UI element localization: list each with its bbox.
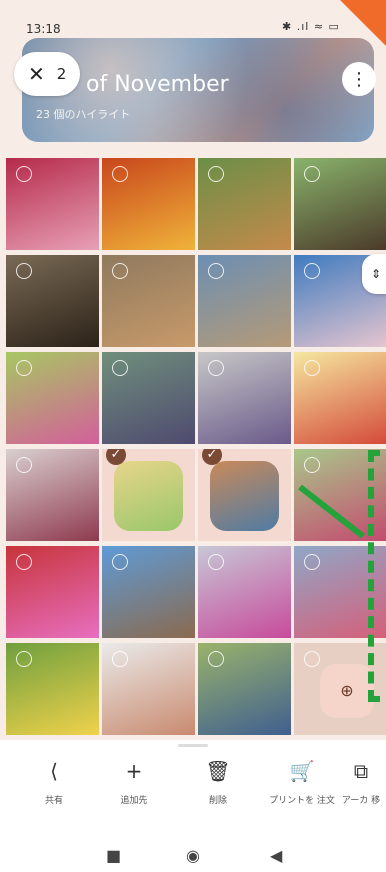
- photo-tile[interactable]: [102, 352, 195, 444]
- select-circle-icon[interactable]: [304, 554, 320, 570]
- zoom-button[interactable]: ⊕: [320, 664, 374, 718]
- select-circle-icon[interactable]: [112, 651, 128, 667]
- photo-tile-selected[interactable]: ✓: [198, 449, 291, 541]
- delete-button[interactable]: 🗑 削除: [178, 756, 258, 808]
- bottom-action-bar: ⟨ 共有 + 追加先 🗑 削除 🛒 プリントを 注文 ⧉ アーカ 移 ■ ◉ ◀: [0, 740, 386, 872]
- photo-tile[interactable]: [198, 158, 291, 250]
- select-circle-icon[interactable]: [208, 554, 224, 570]
- photo-tile[interactable]: [294, 352, 386, 444]
- photo-tile[interactable]: [6, 643, 99, 735]
- close-icon[interactable]: ✕: [28, 62, 45, 86]
- select-circle-icon[interactable]: [16, 651, 32, 667]
- banner-subtitle: 23 個のハイライト: [36, 108, 131, 121]
- photo-tile[interactable]: [102, 643, 195, 735]
- select-circle-icon[interactable]: [112, 360, 128, 376]
- photo-tile[interactable]: [6, 449, 99, 541]
- photo-tile[interactable]: [102, 255, 195, 347]
- status-time: 13:18: [26, 22, 61, 36]
- photo-tile[interactable]: [6, 158, 99, 250]
- add-to-label: 追加先: [120, 796, 148, 806]
- select-circle-icon[interactable]: [16, 457, 32, 473]
- home-nav-button[interactable]: ◉: [186, 846, 200, 865]
- select-circle-icon[interactable]: [112, 263, 128, 279]
- annotation-box: [368, 450, 386, 702]
- cart-icon: 🛒: [289, 759, 315, 783]
- select-circle-icon[interactable]: [208, 360, 224, 376]
- photo-tile[interactable]: [102, 546, 195, 638]
- photo-tile[interactable]: [6, 352, 99, 444]
- select-circle-icon[interactable]: [304, 166, 320, 182]
- back-nav-button[interactable]: ◀: [270, 846, 282, 865]
- select-circle-icon[interactable]: [16, 554, 32, 570]
- photo-tile[interactable]: [102, 158, 195, 250]
- photo-tile[interactable]: [198, 546, 291, 638]
- photo-tile[interactable]: [6, 255, 99, 347]
- archive-label: アーカ 移: [341, 796, 381, 806]
- share-label: 共有: [44, 796, 63, 806]
- photo-tile[interactable]: [198, 643, 291, 735]
- order-prints-button[interactable]: 🛒 プリントを 注文: [262, 756, 342, 808]
- add-to-button[interactable]: + 追加先: [94, 756, 174, 808]
- banner-title: of November: [86, 72, 229, 97]
- photo-thumbnail: [210, 461, 279, 531]
- select-circle-icon[interactable]: [208, 651, 224, 667]
- status-bar: 13:18 ✱ .ıl ≈ ▭: [0, 0, 386, 36]
- archive-icon: ⧉: [353, 759, 369, 783]
- recents-nav-button[interactable]: ■: [106, 846, 121, 865]
- select-circle-icon[interactable]: [304, 263, 320, 279]
- select-circle-icon[interactable]: [208, 263, 224, 279]
- photo-grid: ✓ ✓: [6, 158, 386, 738]
- select-circle-icon[interactable]: [112, 554, 128, 570]
- photo-tile[interactable]: [294, 158, 386, 250]
- select-circle-icon[interactable]: [304, 651, 320, 667]
- status-icons: ✱ .ıl ≈ ▭: [282, 20, 340, 33]
- more-options-button[interactable]: ⋮: [342, 62, 376, 96]
- select-circle-icon[interactable]: [112, 166, 128, 182]
- select-circle-icon[interactable]: [16, 263, 32, 279]
- share-icon: ⟨: [50, 759, 58, 783]
- share-button[interactable]: ⟨ 共有: [14, 756, 94, 808]
- select-circle-icon[interactable]: [304, 360, 320, 376]
- trash-icon: 🗑: [205, 759, 231, 783]
- select-circle-icon[interactable]: [304, 457, 320, 473]
- select-circle-icon[interactable]: [16, 360, 32, 376]
- selection-count: 2: [56, 65, 67, 83]
- scroll-handle[interactable]: ⇕: [362, 254, 386, 294]
- order-prints-label: プリントを 注文: [269, 796, 335, 806]
- select-circle-icon[interactable]: [16, 166, 32, 182]
- sheet-handle[interactable]: [178, 744, 208, 747]
- plus-icon: +: [125, 759, 143, 783]
- photo-tile[interactable]: [198, 255, 291, 347]
- selection-pill[interactable]: ✕ 2: [14, 52, 80, 96]
- photo-tile[interactable]: [6, 546, 99, 638]
- highlight-banner[interactable]: of November 23 個のハイライト: [22, 38, 374, 142]
- system-nav-bar: ■ ◉ ◀: [0, 844, 386, 872]
- photo-tile-selected[interactable]: ✓: [102, 449, 195, 541]
- archive-button[interactable]: ⧉ アーカ 移: [336, 756, 386, 808]
- select-circle-icon[interactable]: [208, 166, 224, 182]
- photo-tile[interactable]: [198, 352, 291, 444]
- delete-label: 削除: [208, 796, 227, 806]
- photo-thumbnail: [114, 461, 183, 531]
